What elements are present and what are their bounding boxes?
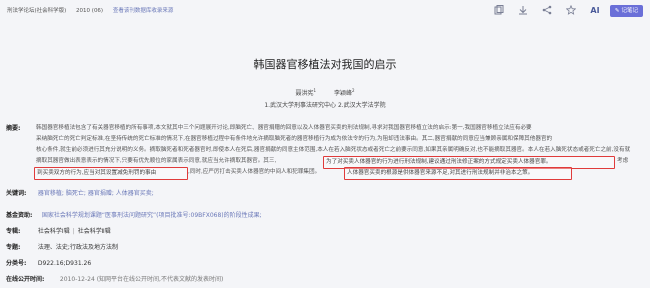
fund-row: 基金资助: 国家社会科学规划课题“医事刑法问题研究”(项目批准号:09BFX06…	[6, 210, 262, 219]
note-button[interactable]: ✎ 记笔记	[609, 5, 643, 17]
abstract-line: 核心条件,就生前必须进行其充分说明的义务。摘取脑死者和死者器官时,即使本人在死后…	[36, 147, 631, 153]
keyword-link[interactable]: 脑死亡;	[66, 190, 86, 197]
abstract-segment: ,同时,应严厉打击买卖人体器官的中间人和犯罪集团。	[188, 169, 321, 175]
share-icon[interactable]	[540, 3, 554, 17]
star-icon[interactable]	[564, 3, 578, 17]
subject-item: 社会科学Ⅱ辑	[77, 228, 111, 235]
classification-row: 分类号: D922.16;D931.26	[6, 258, 91, 267]
publish-date-text: 2010-12-24 (知网平台在线公开时间,不代表文献的发表时间)	[59, 276, 224, 283]
classification-text: D922.16;D931.26	[37, 260, 92, 267]
abstract-segment: 考虑	[617, 158, 629, 164]
toolbar-icons: AI	[492, 3, 602, 17]
pen-icon: ✎	[614, 8, 620, 14]
article-title: 韩国器官移植法对我国的启示	[253, 58, 397, 71]
abstract-segment: 摘取其器官做出表意表示的情况下,只要有优先顺位的家属表示同意,就应当允许摘取其器…	[36, 158, 277, 164]
copy-icon[interactable]	[492, 3, 506, 17]
breadcrumb: 刑法学论坛(社会科学版) 2010 (06) 查看该刊数据库收录来源	[7, 6, 181, 14]
keywords-label: 关键词:	[6, 190, 27, 197]
fund-link[interactable]: 国家社会科学规划课题“医事刑法问题研究”(项目批准号:09BFX068)的阶段性…	[42, 212, 262, 219]
keyword-link[interactable]: 器官移植;	[38, 190, 64, 197]
topic-label: 专题:	[6, 244, 21, 251]
abstract-line: 韩国器官移植法包含了有关器官移植的所有事项,本文就其中三个问题展开讨论,即脑死亡…	[36, 125, 532, 131]
topic-text: 法理、法史;行政法及地方法制	[37, 244, 118, 251]
abstract-line: 采纳脑死亡的死亡判定标准,在坚持传统的死亡标准的情况下,在器官移植过程中有条件地…	[36, 136, 553, 142]
publish-date-label: 在线公开时间:	[6, 276, 45, 283]
note-button-label: 记笔记	[621, 8, 638, 14]
keywords-row: 关键词: 器官移植; 脑死亡; 器官捐赠; 人体器官买卖;	[6, 188, 154, 197]
author-1[interactable]: 聂洪宪1	[295, 88, 316, 97]
author-list: 聂洪宪1 李颖峰2	[0, 88, 650, 97]
abstract-label: 摘要:	[6, 125, 21, 132]
keyword-link[interactable]: 人体器官买卖;	[116, 190, 154, 197]
top-bar: 刑法学论坛(社会科学版) 2010 (06) 查看该刊数据库收录来源 AI ✎ …	[0, 0, 650, 30]
subject-label: 专辑:	[6, 228, 21, 235]
subject-row: 专辑: 社会科学Ⅰ辑 | 社会科学Ⅱ辑	[6, 226, 111, 235]
subject-item: 社会科学Ⅰ辑	[37, 228, 70, 235]
highlight-text-2: 到买卖双方的行为,应当对其设置减免刑罚的事由	[37, 170, 157, 176]
highlight-text-1: 为了对买卖人体器官的行为进行刑法规制,建议通过刑法修正案的方式规定买卖人体器官罪…	[326, 159, 552, 165]
highlight-box-3: 人体器官买卖的根源是供体器官来源不足,对其进行刑法规制并非治本之策。	[344, 167, 572, 180]
highlight-box-2: 到买卖双方的行为,应当对其设置减免刑罚的事由	[34, 167, 188, 180]
separator: |	[72, 228, 75, 235]
topic-row: 专题: 法理、法史;行政法及地方法制	[6, 242, 118, 251]
classification-label: 分类号:	[6, 260, 27, 267]
history-link[interactable]: 查看该刊数据库收录来源	[113, 8, 174, 14]
source-journal[interactable]: 刑法学论坛(社会科学版)	[7, 8, 66, 14]
author-2[interactable]: 李颖峰2	[334, 88, 355, 97]
download-icon[interactable]	[516, 3, 530, 17]
keyword-link[interactable]: 器官捐赠;	[88, 190, 114, 197]
ai-icon[interactable]: AI	[588, 3, 602, 17]
highlight-text-3: 人体器官买卖的根源是供体器官来源不足,对其进行刑法规制并非治本之策。	[347, 170, 534, 176]
publish-date-row: 在线公开时间: 2010-12-24 (知网平台在线公开时间,不代表文献的发表时…	[6, 274, 223, 283]
affiliations[interactable]: 1.武汉大学刑事法研究中心 2.武汉大学法学院	[0, 100, 650, 109]
issue-number[interactable]: 2010 (06)	[76, 8, 103, 14]
fund-label: 基金资助:	[6, 212, 33, 219]
